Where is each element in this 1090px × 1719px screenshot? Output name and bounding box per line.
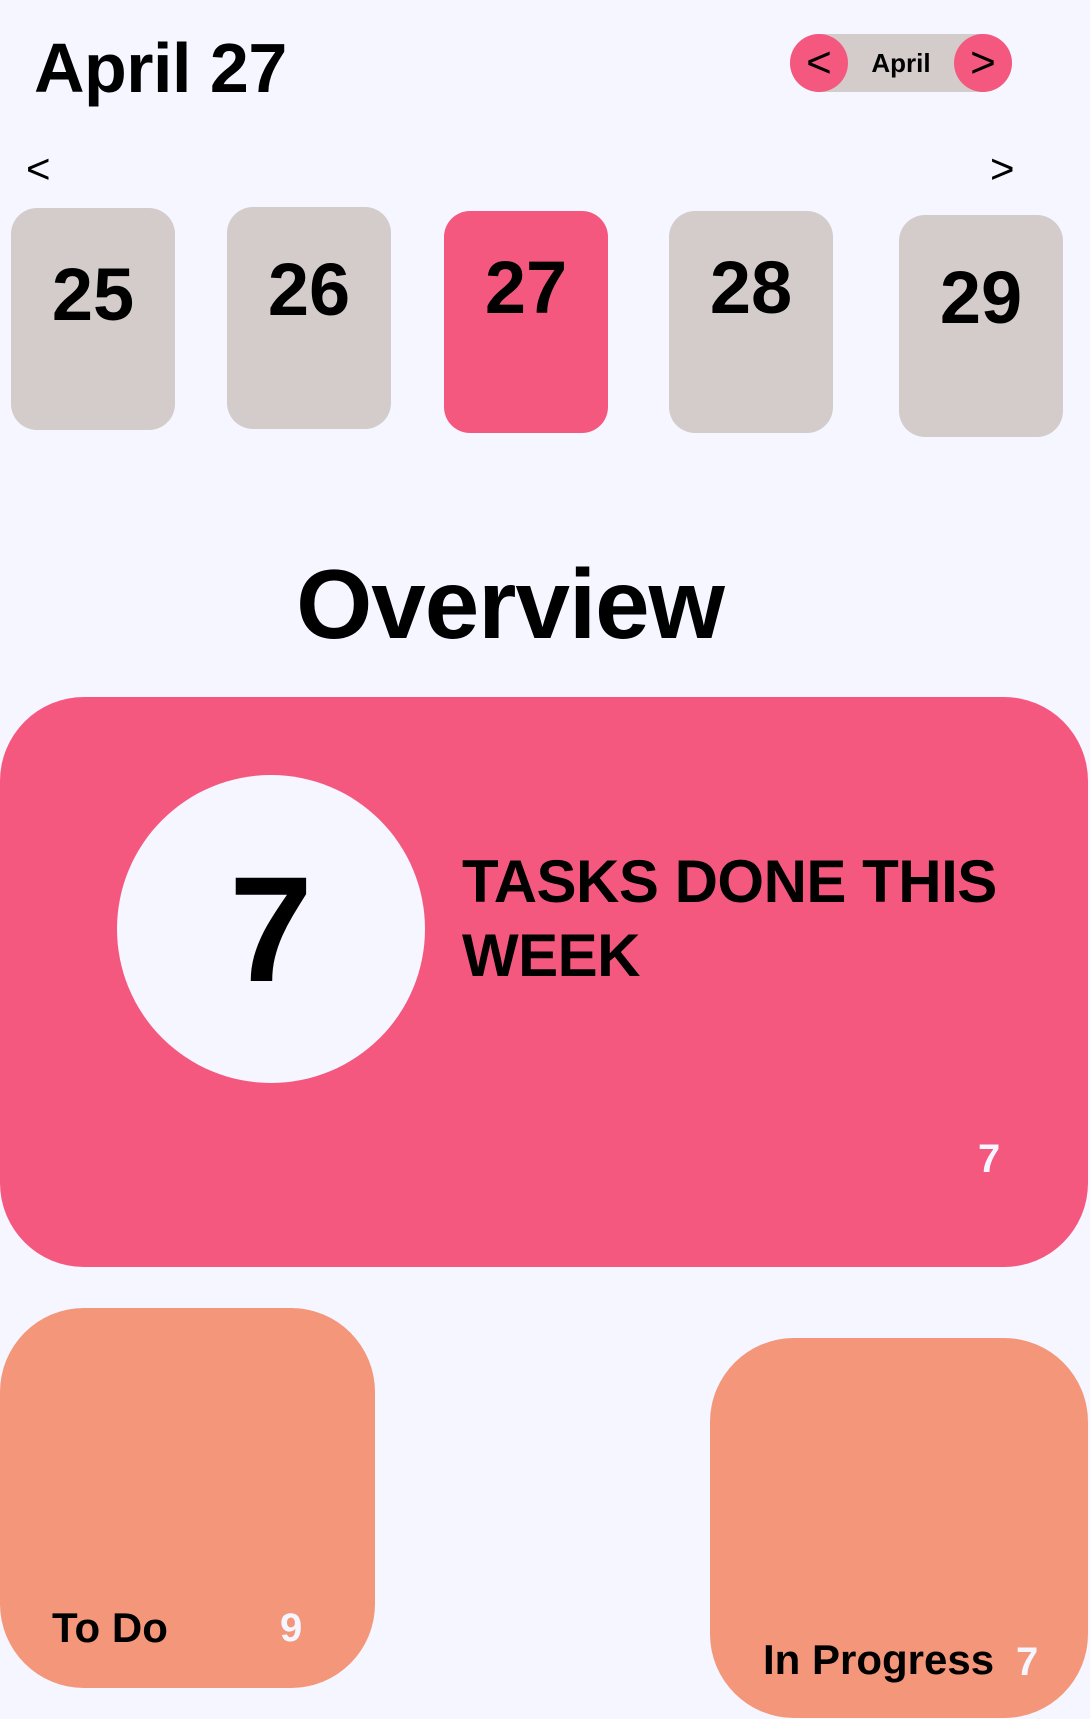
- app-screen: April 27 < April > < > 25 26 27 28 29 Ov…: [0, 0, 1090, 1719]
- next-days-button[interactable]: >: [990, 148, 1015, 190]
- day-number: 25: [51, 253, 135, 336]
- tasks-done-label: TASKS DONE THIS WEEK: [462, 848, 997, 989]
- next-month-button[interactable]: >: [954, 34, 1012, 92]
- in-progress-count: 7: [1016, 1640, 1039, 1684]
- in-progress-card[interactable]: In Progress 7: [710, 1338, 1088, 1718]
- day-number: 26: [267, 248, 351, 331]
- chevron-left-icon: <: [806, 38, 832, 87]
- overview-heading: Overview: [296, 549, 725, 659]
- in-progress-label: In Progress: [763, 1636, 995, 1683]
- prev-days-button[interactable]: <: [26, 148, 51, 190]
- day-card-29[interactable]: 29: [899, 215, 1063, 437]
- page-title: April 27: [34, 29, 287, 107]
- tasks-done-count: 7: [229, 845, 313, 1013]
- day-number: 28: [709, 246, 793, 329]
- todo-count: 9: [280, 1606, 303, 1650]
- day-number: 29: [939, 256, 1023, 339]
- day-card-28[interactable]: 28: [669, 211, 833, 433]
- todo-label: To Do: [52, 1604, 168, 1651]
- day-number: 27: [484, 246, 568, 329]
- day-card-25[interactable]: 25: [11, 208, 175, 430]
- day-card-27-selected[interactable]: 27: [444, 211, 608, 433]
- chevron-right-icon: >: [970, 38, 996, 87]
- day-card-26[interactable]: 26: [227, 207, 391, 429]
- tasks-done-card[interactable]: 7 TASKS DONE THIS WEEK 7: [0, 697, 1088, 1267]
- month-label: April: [871, 47, 931, 78]
- prev-month-button[interactable]: <: [790, 34, 848, 92]
- month-switcher: < April >: [790, 34, 1012, 92]
- tasks-done-circle: 7: [117, 775, 425, 1083]
- todo-card[interactable]: To Do 9: [0, 1308, 375, 1688]
- tasks-done-secondary-count: 7: [978, 1137, 1001, 1181]
